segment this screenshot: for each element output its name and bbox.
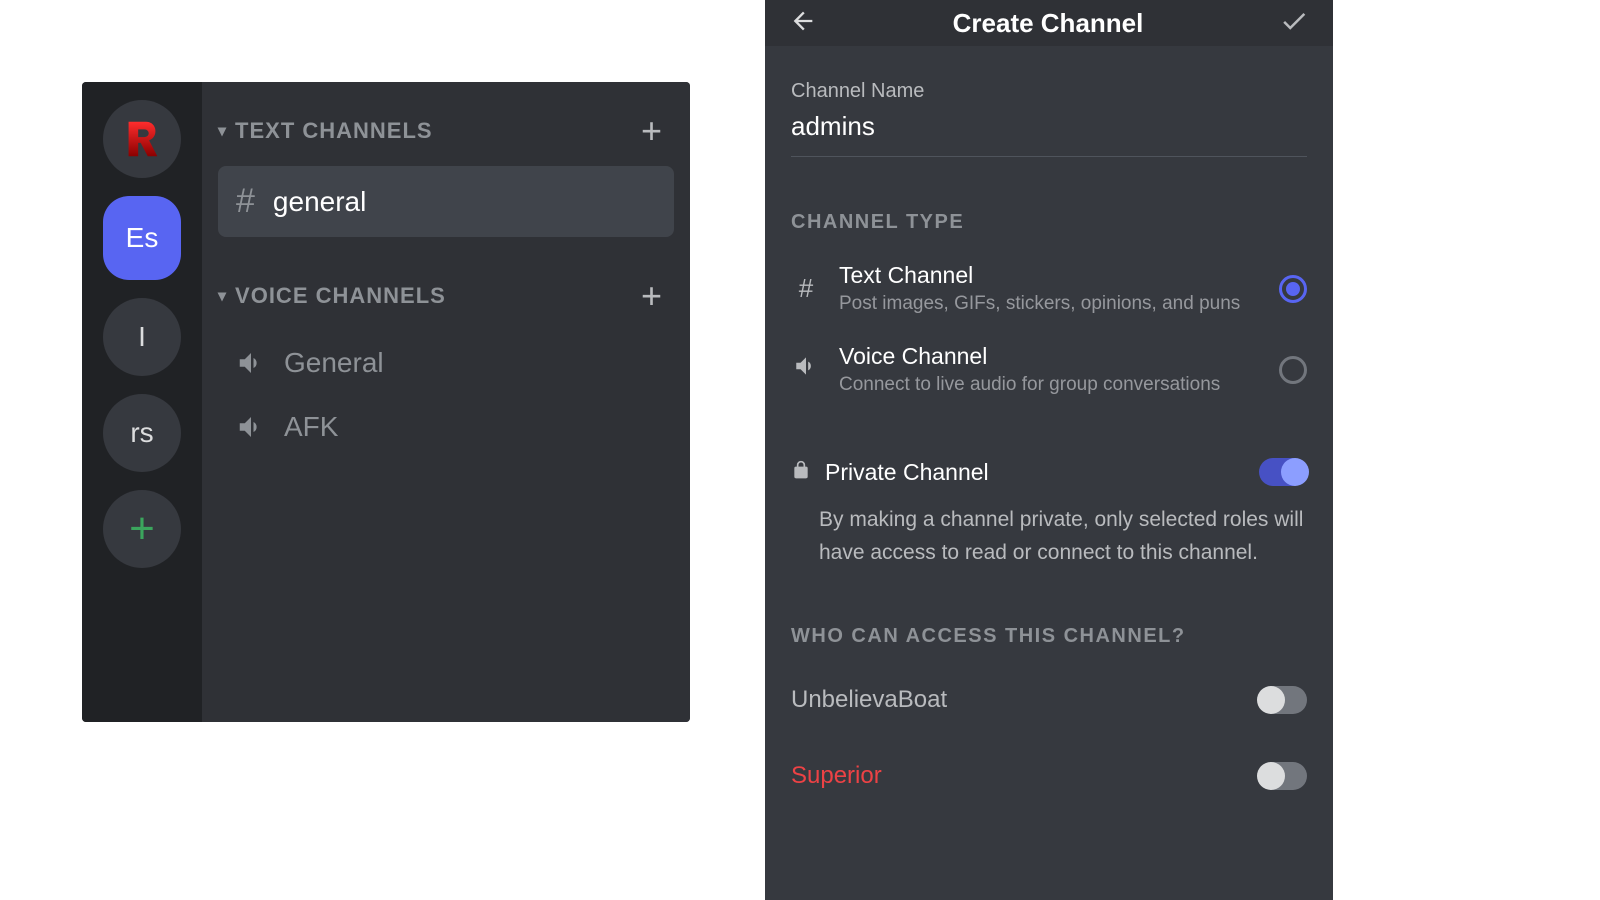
- arrow-left-icon: [789, 7, 817, 35]
- voice-channels-label: VOICE CHANNELS: [235, 283, 446, 309]
- create-channel-header: Create Channel: [765, 0, 1333, 46]
- lock-icon: [791, 460, 811, 485]
- type-desc: Post images, GIFs, stickers, opinions, a…: [839, 293, 1261, 315]
- server-icon-es[interactable]: Es: [103, 196, 181, 280]
- channel-name-field: Channel Name: [765, 46, 1333, 167]
- private-channel-title: Private Channel: [825, 459, 1245, 486]
- channel-label: general: [273, 186, 366, 218]
- chevron-down-icon: ▾: [218, 286, 227, 306]
- server-icon-rs[interactable]: rs: [103, 394, 181, 472]
- hash-icon: #: [791, 273, 821, 304]
- access-toggle-superior[interactable]: [1259, 762, 1307, 790]
- voice-channel-afk[interactable]: AFK: [218, 395, 674, 459]
- access-label: WHO CAN ACCESS THIS CHANNEL?: [765, 597, 1333, 662]
- type-desc: Connect to live audio for group conversa…: [839, 374, 1261, 396]
- speaker-icon: [791, 353, 821, 386]
- access-row-superior: Superior: [765, 738, 1333, 814]
- server-icon-r[interactable]: [103, 100, 181, 178]
- speaker-icon: [236, 348, 266, 378]
- type-title: Voice Channel: [839, 343, 1261, 370]
- page-title: Create Channel: [817, 8, 1279, 39]
- private-channel-row: Private Channel: [765, 436, 1333, 496]
- server-sidebar-panel: Es I rs + ▾ TEXT CHANNELS + # general ▾ …: [82, 82, 690, 722]
- confirm-button[interactable]: [1279, 6, 1309, 41]
- radio-text[interactable]: [1279, 275, 1307, 303]
- channel-label: AFK: [284, 411, 338, 443]
- server-rail: Es I rs +: [82, 82, 202, 722]
- create-channel-panel: Create Channel Channel Name CHANNEL TYPE…: [765, 0, 1333, 900]
- private-channel-desc: By making a channel private, only select…: [765, 496, 1333, 597]
- channel-list: ▾ TEXT CHANNELS + # general ▾ VOICE CHAN…: [202, 82, 690, 722]
- access-row-unbelievaboat: UnbelievaBoat: [765, 662, 1333, 738]
- add-server-button[interactable]: +: [103, 490, 181, 568]
- channel-label: General: [284, 347, 384, 379]
- text-channels-label: TEXT CHANNELS: [235, 118, 433, 144]
- channel-general[interactable]: # general: [218, 166, 674, 237]
- channel-type-label: CHANNEL TYPE: [765, 167, 1333, 248]
- type-voice-channel[interactable]: Voice Channel Connect to live audio for …: [765, 329, 1333, 410]
- add-voice-channel-button[interactable]: +: [641, 275, 668, 317]
- voice-channels-category: ▾ VOICE CHANNELS +: [218, 261, 674, 331]
- hash-icon: #: [236, 182, 255, 221]
- create-channel-body: Channel Name CHANNEL TYPE # Text Channel…: [765, 46, 1333, 814]
- type-text-channel[interactable]: # Text Channel Post images, GIFs, sticke…: [765, 248, 1333, 329]
- radio-voice[interactable]: [1279, 356, 1307, 384]
- speaker-icon: [236, 412, 266, 442]
- server-icon-i[interactable]: I: [103, 298, 181, 376]
- text-channels-toggle[interactable]: ▾ TEXT CHANNELS: [218, 118, 433, 144]
- type-title: Text Channel: [839, 262, 1261, 289]
- chevron-down-icon: ▾: [218, 121, 227, 141]
- back-button[interactable]: [789, 7, 817, 40]
- add-text-channel-button[interactable]: +: [641, 110, 668, 152]
- access-toggle-unbelievaboat[interactable]: [1259, 686, 1307, 714]
- voice-channels-toggle[interactable]: ▾ VOICE CHANNELS: [218, 283, 446, 309]
- channel-name-label: Channel Name: [791, 80, 1307, 103]
- check-icon: [1279, 6, 1309, 36]
- role-name: UnbelievaBoat: [791, 686, 947, 714]
- role-name: Superior: [791, 762, 882, 790]
- channel-name-input[interactable]: [791, 109, 1307, 157]
- voice-channel-general[interactable]: General: [218, 331, 674, 395]
- private-toggle[interactable]: [1259, 458, 1307, 486]
- r-logo-icon: [119, 116, 165, 162]
- text-channels-category: ▾ TEXT CHANNELS +: [218, 96, 674, 166]
